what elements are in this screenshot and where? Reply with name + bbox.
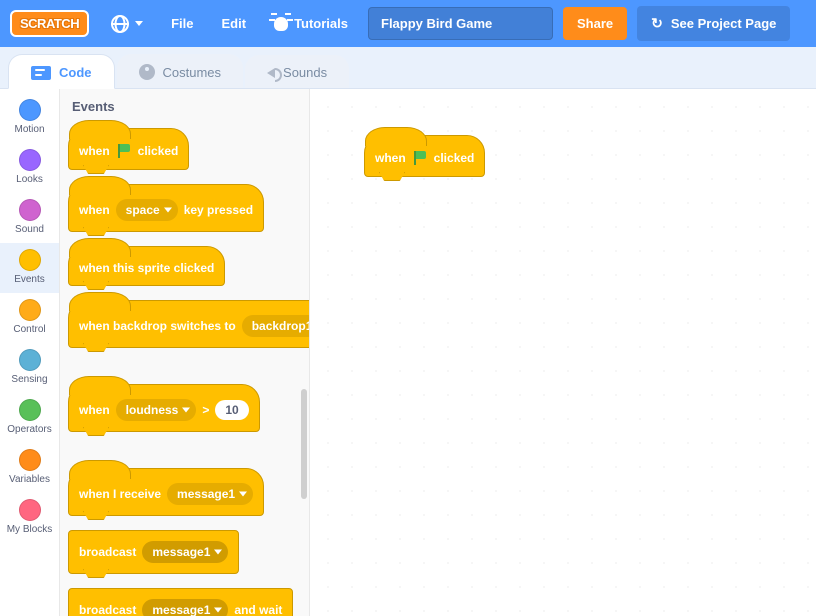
- control-dot-icon: [19, 299, 41, 321]
- edit-menu[interactable]: Edit: [208, 0, 261, 47]
- block-text: when this sprite clicked: [79, 261, 214, 275]
- variables-dot-icon: [19, 449, 41, 471]
- see-project-page-button[interactable]: ↻ See Project Page: [637, 6, 790, 41]
- block-text: broadcast: [79, 545, 136, 559]
- tabbar: Code Costumes Sounds: [0, 47, 816, 89]
- loudness-dropdown[interactable]: loudness: [116, 399, 197, 421]
- project-title-input[interactable]: [368, 7, 553, 40]
- block-text: when backdrop switches to: [79, 319, 236, 333]
- category-variables-label: Variables: [9, 474, 50, 485]
- block-text: when: [79, 203, 110, 217]
- tutorials-link[interactable]: Tutorials: [260, 0, 362, 47]
- tab-sounds[interactable]: Sounds: [245, 55, 349, 88]
- category-looks[interactable]: Looks: [0, 143, 59, 193]
- file-menu[interactable]: File: [157, 0, 207, 47]
- block-broadcast-wait[interactable]: broadcast message1 and wait: [68, 588, 293, 616]
- block-when-key-pressed[interactable]: when space key pressed: [68, 184, 264, 232]
- category-sound[interactable]: Sound: [0, 193, 59, 243]
- category-myblocks[interactable]: My Blocks: [0, 493, 59, 543]
- category-column: Motion Looks Sound Events Control Sensin…: [0, 89, 60, 616]
- category-sound-label: Sound: [15, 224, 44, 235]
- key-dropdown[interactable]: space: [116, 199, 178, 221]
- block-palette: Events when clicked when space key press…: [60, 89, 310, 616]
- tab-costumes-label: Costumes: [163, 65, 222, 80]
- category-control-label: Control: [13, 324, 45, 335]
- block-text: when I receive: [79, 487, 161, 501]
- block-text: when: [79, 144, 110, 158]
- workspace: Motion Looks Sound Events Control Sensin…: [0, 89, 816, 616]
- sound-icon: [267, 68, 275, 78]
- see-project-page-label: See Project Page: [671, 16, 777, 31]
- remix-icon: ↻: [651, 15, 663, 32]
- category-control[interactable]: Control: [0, 293, 59, 343]
- canvas-block-when-flag-clicked[interactable]: when clicked: [364, 135, 485, 177]
- block-text: key pressed: [184, 203, 253, 217]
- block-broadcast[interactable]: broadcast message1: [68, 530, 239, 574]
- block-when-loudness[interactable]: when loudness > 10: [68, 384, 260, 432]
- block-text: broadcast: [79, 603, 136, 616]
- category-myblocks-label: My Blocks: [7, 524, 53, 535]
- block-text: clicked: [434, 151, 475, 165]
- script-canvas[interactable]: when clicked: [310, 89, 816, 616]
- tab-code[interactable]: Code: [8, 54, 115, 89]
- palette-scrollbar[interactable]: [301, 389, 307, 499]
- events-dot-icon: [19, 249, 41, 271]
- block-text: >: [202, 403, 209, 417]
- category-motion-label: Motion: [14, 124, 44, 135]
- category-variables[interactable]: Variables: [0, 443, 59, 493]
- tutorials-label: Tutorials: [294, 16, 348, 31]
- code-icon: [31, 66, 51, 80]
- message-dropdown[interactable]: message1: [142, 541, 228, 563]
- block-when-receive[interactable]: when I receive message1: [68, 468, 264, 516]
- globe-icon: [111, 15, 129, 33]
- green-flag-icon: [116, 143, 132, 159]
- block-when-flag-clicked[interactable]: when clicked: [68, 128, 189, 170]
- sensing-dot-icon: [19, 349, 41, 371]
- tab-code-label: Code: [59, 65, 92, 80]
- category-operators[interactable]: Operators: [0, 393, 59, 443]
- category-events[interactable]: Events: [0, 243, 59, 293]
- block-text: when: [375, 151, 406, 165]
- motion-dot-icon: [19, 99, 41, 121]
- message-dropdown[interactable]: message1: [167, 483, 253, 505]
- menubar: SCRATCH File Edit Tutorials Share ↻ See …: [0, 0, 816, 47]
- block-text: when: [79, 403, 110, 417]
- backdrop-dropdown[interactable]: backdrop1: [242, 315, 310, 337]
- green-flag-icon: [412, 150, 428, 166]
- bulb-icon: [274, 17, 288, 31]
- block-when-sprite-clicked[interactable]: when this sprite clicked: [68, 246, 225, 286]
- category-looks-label: Looks: [16, 174, 43, 185]
- share-button[interactable]: Share: [563, 7, 627, 40]
- costume-icon: [139, 64, 155, 80]
- category-sensing-label: Sensing: [11, 374, 47, 385]
- myblocks-dot-icon: [19, 499, 41, 521]
- category-sensing[interactable]: Sensing: [0, 343, 59, 393]
- message-dropdown[interactable]: message1: [142, 599, 228, 616]
- operators-dot-icon: [19, 399, 41, 421]
- tab-sounds-label: Sounds: [283, 65, 327, 80]
- scratch-logo[interactable]: SCRATCH: [10, 10, 89, 37]
- block-text: and wait: [234, 603, 282, 616]
- loudness-value-input[interactable]: 10: [215, 400, 248, 420]
- category-events-label: Events: [14, 274, 45, 285]
- tab-costumes[interactable]: Costumes: [117, 54, 244, 88]
- block-when-backdrop-switches[interactable]: when backdrop switches to backdrop1: [68, 300, 310, 348]
- sound-dot-icon: [19, 199, 41, 221]
- language-menu[interactable]: [97, 0, 157, 47]
- category-operators-label: Operators: [7, 424, 51, 435]
- looks-dot-icon: [19, 149, 41, 171]
- palette-title: Events: [72, 99, 301, 114]
- category-motion[interactable]: Motion: [0, 93, 59, 143]
- chevron-down-icon: [135, 21, 143, 26]
- block-text: clicked: [138, 144, 179, 158]
